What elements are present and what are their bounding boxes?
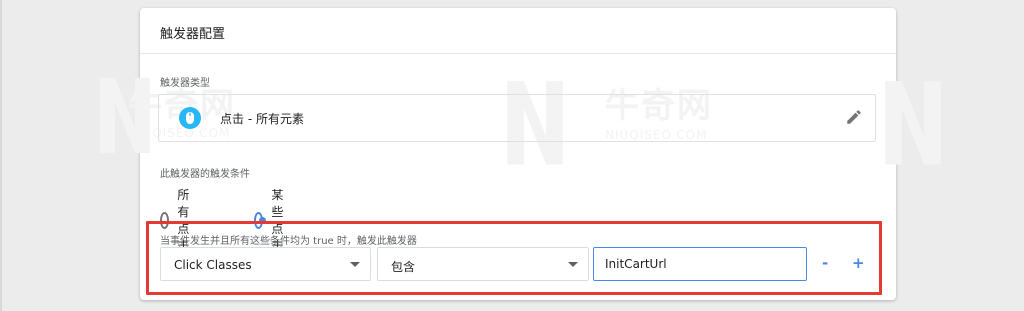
- remove-condition-button[interactable]: -: [822, 254, 828, 272]
- condition-value-input[interactable]: [593, 247, 807, 281]
- variable-select[interactable]: Click Classes: [160, 247, 371, 281]
- add-condition-button[interactable]: +: [852, 254, 865, 272]
- card-header: 触发器配置: [140, 8, 896, 54]
- pencil-icon[interactable]: [845, 108, 863, 126]
- mouse-icon: [179, 107, 201, 129]
- trigger-type-selector[interactable]: 点击 - 所有元素: [158, 94, 876, 142]
- trigger-type-value: 点击 - 所有元素: [220, 112, 304, 126]
- operator-select-value: 包含: [391, 260, 416, 274]
- window-edge: [0, 0, 2, 311]
- watermark-logo: [885, 81, 941, 165]
- card-title: 触发器配置: [160, 27, 226, 42]
- trigger-type-label: 触发器类型: [160, 78, 210, 89]
- operator-select[interactable]: 包含: [377, 247, 589, 281]
- condition-scope-label: 此触发器的触发条件: [160, 169, 250, 180]
- condition-label: 当事件发生并且所有这些条件均为 true 时，触发此触发器: [160, 236, 417, 247]
- dropdown-arrow-icon: [350, 262, 360, 267]
- dropdown-arrow-icon: [568, 262, 578, 267]
- variable-select-value: Click Classes: [174, 258, 252, 272]
